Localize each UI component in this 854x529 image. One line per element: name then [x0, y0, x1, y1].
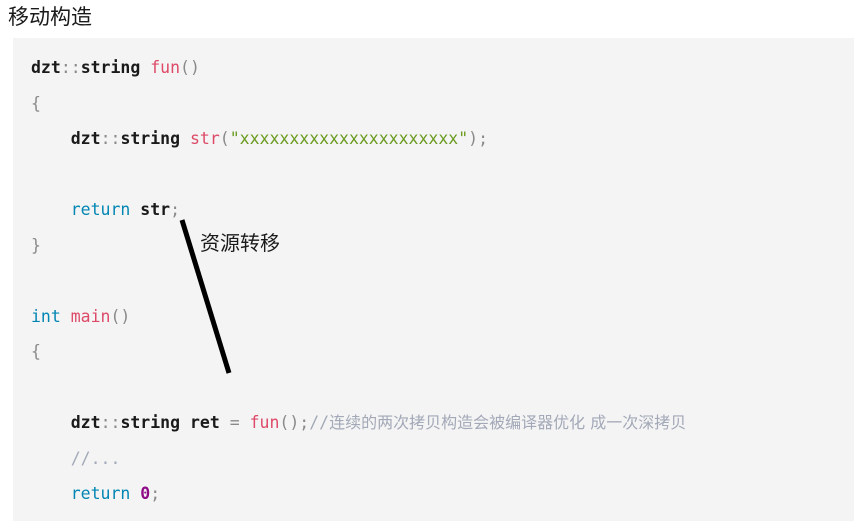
code-token-punct: ( — [219, 129, 230, 148]
annotation-label: 资源转移 — [200, 233, 280, 255]
code-token-fn: fun — [249, 413, 280, 432]
code-token-type: string — [80, 58, 141, 77]
code-token-fn: main — [70, 306, 111, 326]
code-token-comment: // — [309, 413, 330, 432]
code-line: return 0; — [13, 476, 854, 512]
code-token-fn: str — [189, 129, 220, 148]
page-title: 移动构造 — [8, 5, 92, 29]
code-token-keyword: return — [70, 484, 131, 503]
code-token-var: ret — [189, 413, 220, 432]
code-token-punct: ; — [478, 129, 489, 148]
code-token-punct: :: — [100, 413, 121, 432]
code-token-punct: { — [31, 342, 41, 361]
code-token-fn: fun — [150, 58, 181, 77]
code-token-punct: () — [180, 58, 200, 77]
code-token-punct: } — [31, 520, 41, 522]
code-token-keyword: return — [70, 200, 131, 219]
code-line: { — [13, 334, 854, 370]
code-token-punct: ; — [299, 413, 310, 432]
code-token-number: 0 — [140, 484, 151, 503]
code-token-punct: ; — [150, 484, 161, 503]
code-line: } — [13, 512, 854, 522]
code-token-punct: { — [31, 93, 41, 113]
code-line: int main() — [13, 299, 854, 335]
code-token-comment-cjk: 连续的两次拷贝构造会被编译器优化 成一次深拷贝 — [329, 413, 687, 432]
code-token-punct: :: — [60, 58, 81, 77]
code-block: dzt::string fun(){ dzt::string str("xxxx… — [13, 38, 854, 521]
code-token-punct: ) — [468, 129, 479, 148]
code-token-type: string — [120, 413, 181, 432]
code-token-punct: () — [279, 413, 300, 432]
code-token-var: str — [140, 200, 171, 219]
code-token-punct: } — [31, 235, 41, 255]
code-token-type: dzt — [31, 58, 61, 77]
code-token-type: string — [120, 129, 181, 148]
code-line: } — [13, 228, 854, 264]
code-line: dzt::string ret = fun();//连续的两次拷贝构造会被编译器… — [13, 405, 854, 441]
code-line: { — [13, 86, 854, 122]
code-lines-container: dzt::string fun(){ dzt::string str("xxxx… — [13, 50, 854, 521]
code-token-op: = — [229, 413, 240, 432]
code-token-comment: //... — [70, 448, 121, 468]
code-token-keyword: int — [31, 306, 61, 326]
code-token-punct: () — [110, 306, 131, 326]
code-line: dzt::string fun() — [13, 50, 854, 86]
code-token-string: "xxxxxxxxxxxxxxxxxxxxxx" — [229, 129, 469, 148]
code-line: //... — [13, 441, 854, 477]
code-token-punct: ; — [170, 200, 181, 219]
code-token-type: dzt — [70, 129, 101, 148]
code-line: dzt::string str("xxxxxxxxxxxxxxxxxxxxxx"… — [13, 121, 854, 157]
code-token-punct: :: — [100, 129, 121, 148]
code-line: return str; — [13, 192, 854, 228]
code-token-type: dzt — [70, 413, 101, 432]
